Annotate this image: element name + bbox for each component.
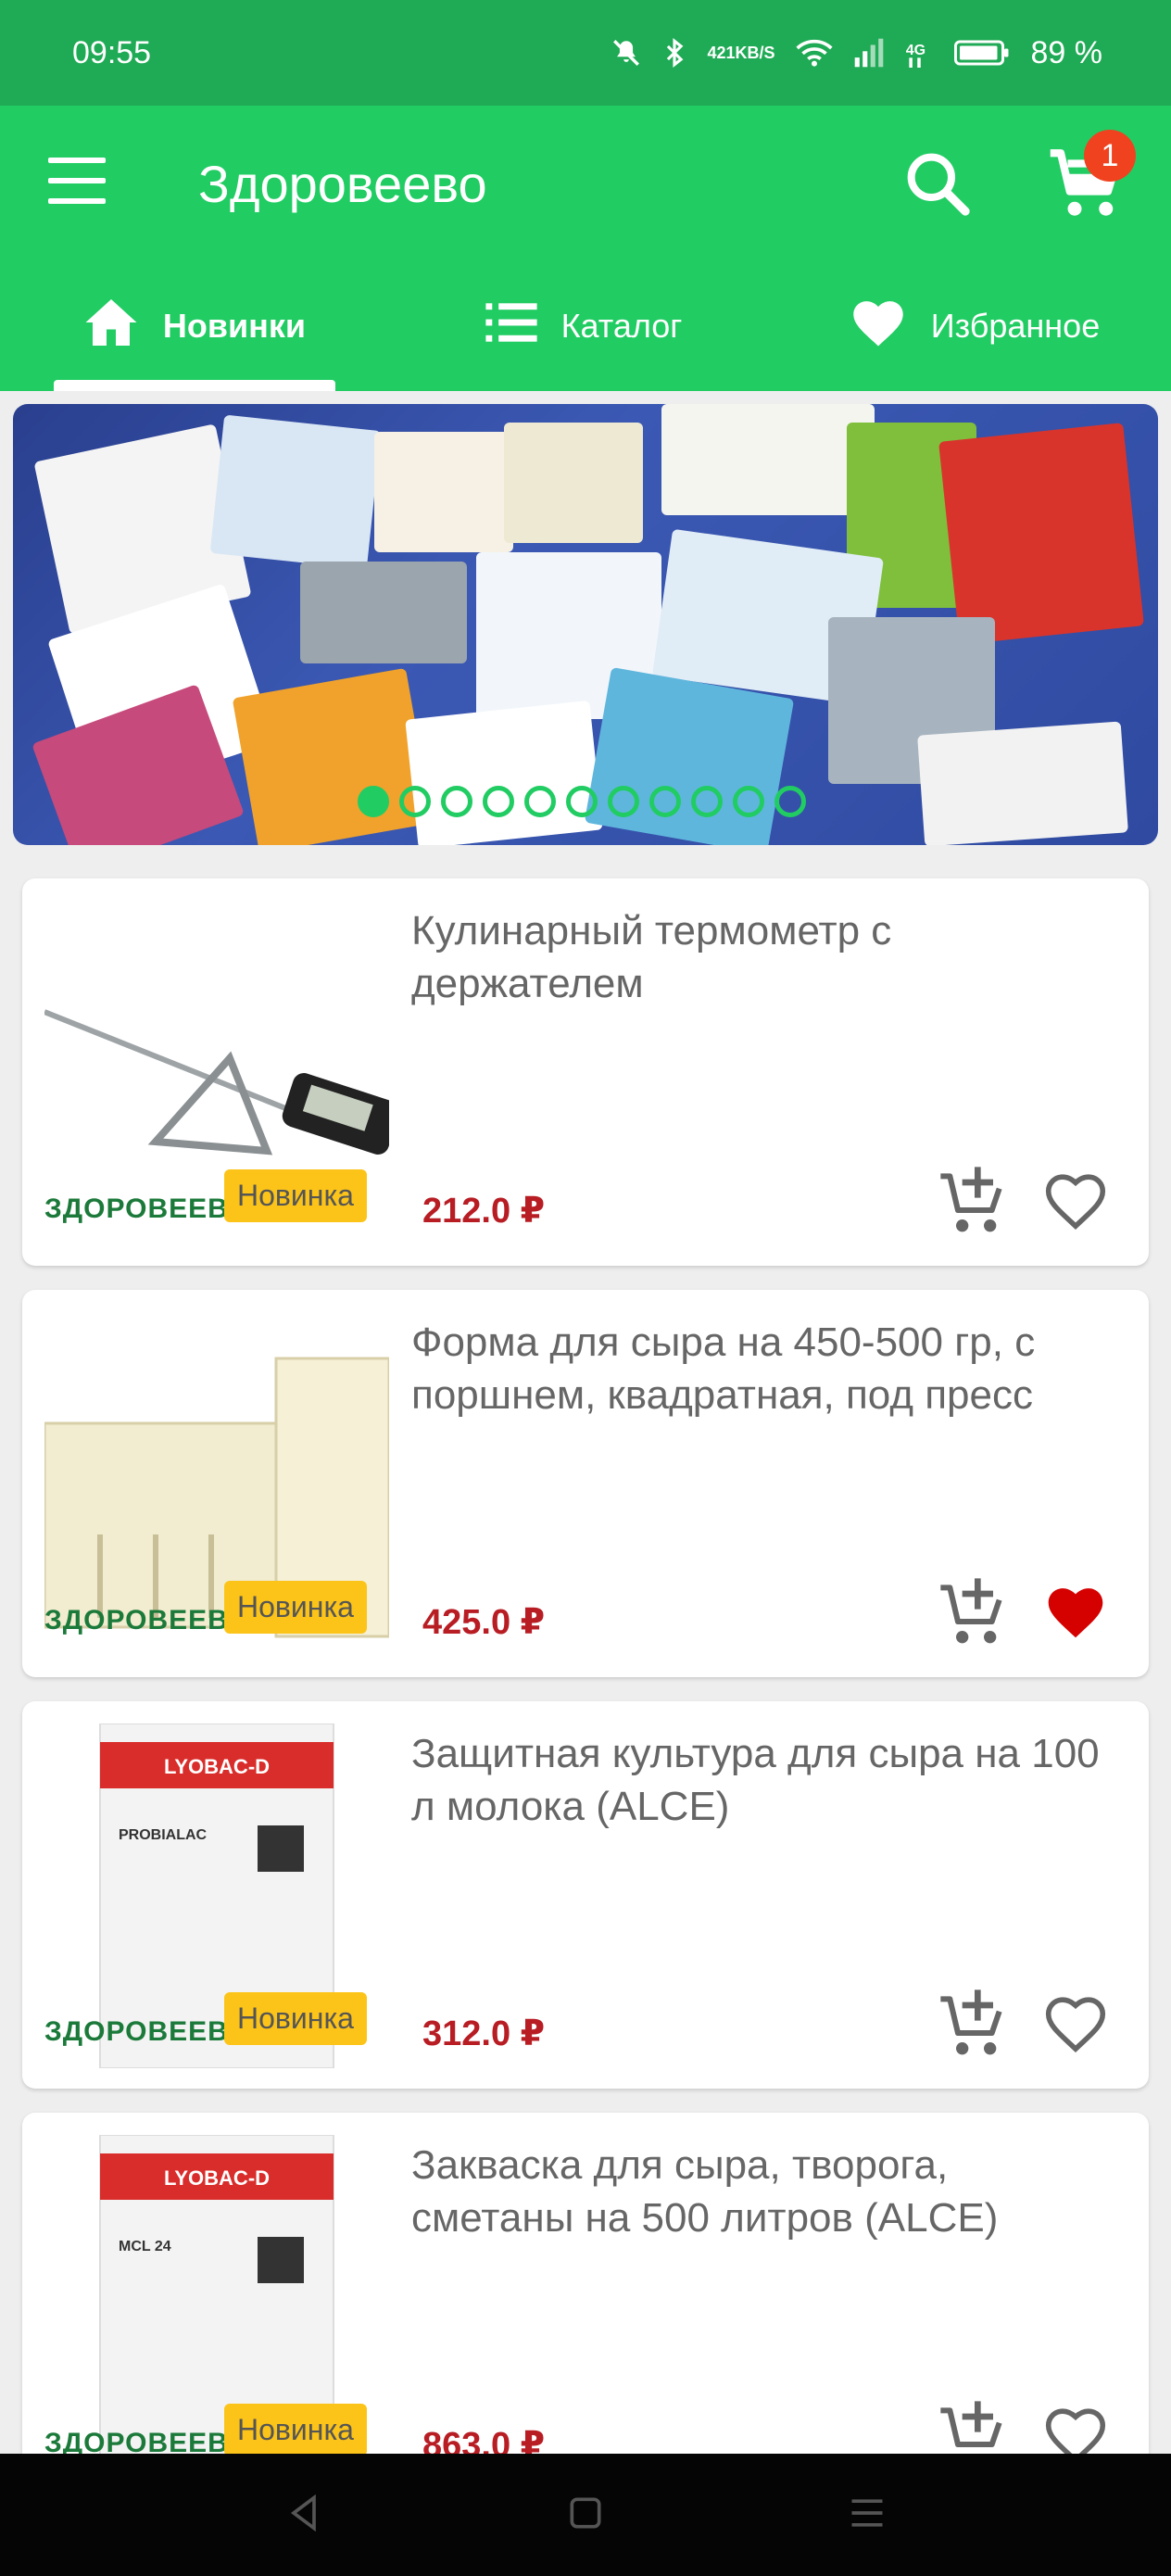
- image-label: LYOBAC-D: [164, 2166, 270, 2190]
- product-title[interactable]: Закваска для сыра, творога, сметаны на 5…: [411, 2139, 1115, 2244]
- banner-product: [405, 700, 603, 845]
- new-badge: Новинка: [224, 1169, 367, 1222]
- new-badge: Новинка: [224, 1581, 367, 1634]
- favorite-icon[interactable]: [1041, 1990, 1110, 2059]
- pagination-dot[interactable]: [399, 786, 431, 817]
- product-title[interactable]: Кулинарный термометр с держателем: [411, 904, 1115, 1010]
- banner-product: [209, 414, 382, 570]
- add-to-cart-icon[interactable]: [938, 1164, 1012, 1238]
- app-bar: Здоровеево 1: [0, 106, 1171, 261]
- cart-count-badge: 1: [1084, 130, 1136, 182]
- pagination-dot[interactable]: [566, 786, 598, 817]
- brand-logo: ЗДОРОВЕЕВО: [44, 1605, 251, 1635]
- add-to-cart-icon[interactable]: [938, 1575, 1012, 1649]
- tab-new-label: Новинки: [162, 307, 307, 345]
- new-badge: Новинка: [224, 1992, 367, 2045]
- tab-catalog-label: Каталог: [560, 307, 683, 345]
- banner-product: [300, 562, 467, 663]
- tab-favorites-label: Избранное: [930, 307, 1101, 345]
- favorite-icon[interactable]: [1041, 1168, 1110, 1236]
- image-label: LYOBAC-D: [164, 1755, 270, 1778]
- product-card[interactable]: ЗДОРОВЕЕВО Новинка Форма для сыра на 450…: [22, 1290, 1149, 1677]
- product-title[interactable]: Защитная культура для сыра на 100 л моло…: [411, 1727, 1115, 1833]
- search-icon[interactable]: [900, 146, 975, 221]
- status-time: 09:55: [72, 34, 152, 70]
- tab-favorites[interactable]: Избранное: [778, 261, 1171, 391]
- image-label: MCL 24: [119, 2239, 171, 2254]
- pagination-dot[interactable]: [483, 786, 514, 817]
- add-to-cart-icon[interactable]: [938, 1987, 1012, 2061]
- pagination-dot[interactable]: [358, 786, 389, 817]
- banner-product: [374, 432, 513, 552]
- system-nav-bar: [0, 2454, 1171, 2576]
- banner-pagination: [358, 786, 806, 817]
- pagination-dot[interactable]: [608, 786, 639, 817]
- product-price: 425.0 ₽: [422, 1603, 546, 1642]
- promo-banner[interactable]: [13, 404, 1158, 845]
- network-speed: 421 KB/S: [707, 44, 774, 61]
- banner-product: [504, 423, 643, 543]
- home-icon[interactable]: [565, 2493, 606, 2538]
- product-title[interactable]: Форма для сыра на 450-500 гр, с поршнем,…: [411, 1316, 1115, 1421]
- back-icon[interactable]: [283, 2493, 324, 2538]
- battery-icon: [953, 39, 1011, 67]
- bluetooth-icon: [662, 37, 686, 69]
- product-price: 312.0 ₽: [422, 2014, 546, 2053]
- 4g-icon: 4G: [905, 38, 933, 68]
- pagination-dot[interactable]: [774, 786, 806, 817]
- brand-logo: ЗДОРОВЕЕВО: [44, 1193, 251, 1224]
- battery-percent: 89 %: [1030, 34, 1103, 70]
- net-speed-unit: KB/S: [735, 44, 775, 62]
- app-title: Здоровеево: [198, 155, 487, 213]
- pagination-dot[interactable]: [649, 786, 681, 817]
- home-icon: [83, 297, 139, 357]
- favorite-icon-active[interactable]: [1041, 1579, 1110, 1648]
- banner-product: [938, 423, 1144, 645]
- product-price: 212.0 ₽: [422, 1192, 546, 1231]
- wifi-icon: [795, 38, 833, 68]
- pagination-dot[interactable]: [691, 786, 723, 817]
- recents-icon[interactable]: [847, 2493, 888, 2538]
- menu-icon[interactable]: [48, 158, 106, 204]
- product-card[interactable]: LYOBAC-D MCL 24 ЗДОРОВЕЕВО Новинка Заква…: [22, 2113, 1149, 2500]
- svg-text:4G: 4G: [905, 43, 925, 58]
- new-badge: Новинка: [224, 2404, 367, 2456]
- banner-product: [584, 666, 795, 845]
- active-tab-indicator: [54, 380, 335, 391]
- banner-product: [917, 721, 1128, 845]
- banner-product: [661, 404, 875, 515]
- brand-logo: ЗДОРОВЕЕВО: [44, 2016, 251, 2047]
- signal-icon: [853, 38, 885, 68]
- banner-product: [232, 667, 434, 845]
- mute-icon: [611, 37, 642, 69]
- heart-icon: [850, 297, 907, 357]
- tab-bar: Новинки Каталог Избранное: [0, 261, 1171, 391]
- list-icon: [485, 301, 537, 352]
- pagination-dot[interactable]: [733, 786, 764, 817]
- pagination-dot[interactable]: [441, 786, 472, 817]
- product-card[interactable]: LYOBAC-D PROBIALAC ЗДОРОВЕЕВО Новинка За…: [22, 1701, 1149, 2089]
- image-label: PROBIALAC: [119, 1827, 208, 1843]
- status-bar: 09:55 421 KB/S 4G 89 %: [0, 0, 1171, 106]
- tab-catalog[interactable]: Каталог: [389, 261, 778, 391]
- net-speed-value: 421: [707, 44, 736, 62]
- pagination-dot[interactable]: [524, 786, 556, 817]
- product-card[interactable]: ЗДОРОВЕЕВО Новинка Кулинарный термометр …: [22, 878, 1149, 1266]
- tab-new[interactable]: Новинки: [0, 261, 389, 391]
